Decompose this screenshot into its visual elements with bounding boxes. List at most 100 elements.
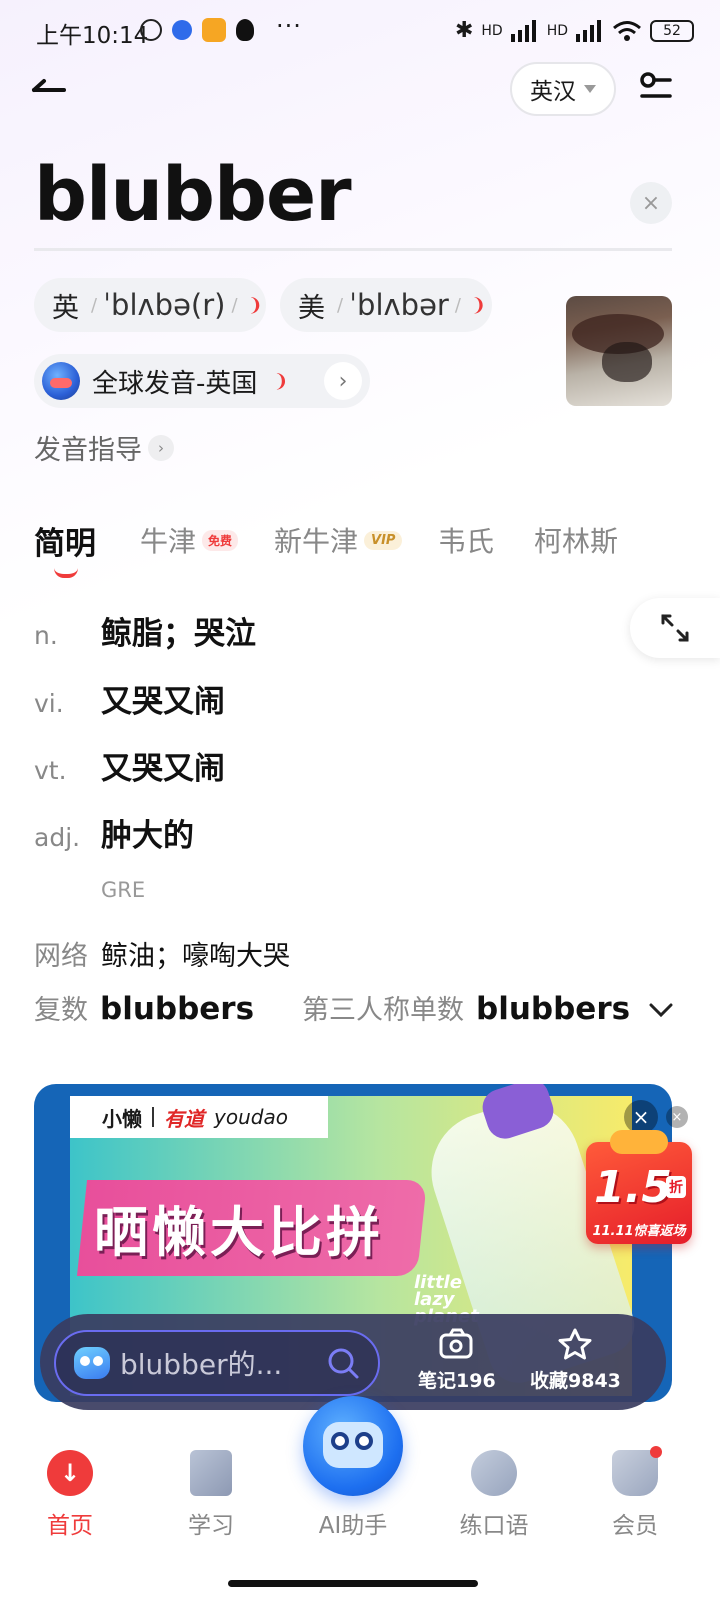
global-pronunciation-button[interactable]: 全球发音-英国 ❩ › — [34, 354, 370, 408]
active-tab-indicator — [54, 568, 78, 578]
us-pronunciation-button[interactable]: 美 / ˈblʌbər / ❩ — [280, 278, 492, 332]
nav-vip[interactable]: 会员 — [575, 1446, 695, 1540]
speech-bubble-icon — [471, 1450, 517, 1496]
tab-concise[interactable]: 简明 — [34, 518, 96, 578]
notes-app-icon — [202, 18, 226, 42]
us-region-label: 美 — [298, 292, 325, 324]
clear-button[interactable]: × — [630, 182, 672, 224]
ad-brand-youdao: youdao — [214, 1105, 288, 1129]
language-toggle-label: 英汉 — [530, 79, 576, 105]
language-toggle-button[interactable]: 英汉 — [510, 62, 616, 116]
ai-eye-left — [331, 1432, 349, 1450]
global-mascot-icon — [42, 362, 80, 400]
search-icon — [328, 1348, 359, 1379]
speaker-icon: ❩ — [470, 294, 487, 316]
ipa-slash: / — [454, 294, 461, 316]
tab-label: 韦氏 — [438, 525, 495, 558]
promo-text: 11.11惊喜返场 — [592, 1224, 686, 1239]
favorites-button[interactable]: 收藏9843 — [530, 1328, 621, 1393]
gift-bow-icon — [610, 1130, 668, 1154]
sliders-icon — [640, 72, 672, 98]
speaker-icon: ❩ — [247, 294, 263, 316]
word-illustration-image[interactable] — [566, 296, 672, 406]
network-definition: 网络 鲸油；嚎啕大哭 — [34, 934, 290, 973]
definition-row: vt. 又哭又闹 — [34, 743, 225, 788]
status-system-icons: ✱ HD HD 52 — [455, 18, 694, 43]
ai-bot-icon — [74, 1347, 110, 1379]
definition-meaning: 肿大的 — [101, 818, 194, 854]
headword: blubber — [34, 152, 352, 238]
status-notification-icons — [140, 18, 254, 42]
promo-unit: 折 — [666, 1176, 686, 1198]
ai-eye-right — [355, 1432, 373, 1450]
us-ipa: ˈblʌbər — [349, 288, 449, 322]
exam-tag: GRE — [101, 878, 146, 902]
part-of-speech: adj. — [34, 823, 81, 852]
status-bar: 上午10:14 ··· ✱ HD HD 52 — [0, 0, 720, 64]
filter-settings-button[interactable] — [638, 70, 674, 106]
ai-search-input[interactable]: blubber的... — [54, 1330, 380, 1396]
plural-label: 复数 — [34, 995, 88, 1026]
ad-close-button[interactable]: × — [624, 1100, 658, 1134]
nav-label: 首页 — [47, 1513, 93, 1539]
chevron-right-icon: › — [148, 434, 174, 461]
uk-pronunciation-button[interactable]: 英 / ˈblʌbə(r) / ❩ — [34, 278, 266, 332]
home-indicator[interactable] — [228, 1580, 478, 1587]
nav-home[interactable]: ↓ 首页 — [10, 1450, 130, 1540]
wifi-icon — [613, 20, 641, 41]
ipa-slash: / — [337, 294, 344, 316]
tab-new-oxford[interactable]: 新牛津 VIP — [274, 520, 403, 560]
expand-forms-button[interactable] — [648, 995, 674, 1026]
ai-assistant-button[interactable] — [303, 1396, 403, 1496]
tab-oxford[interactable]: 牛津 免费 — [140, 520, 239, 560]
ipa-slash: / — [231, 294, 238, 316]
definition-meaning: 又哭又闹 — [101, 751, 225, 787]
ai-assistant-icon — [323, 1422, 383, 1468]
signal-icon-2 — [576, 19, 601, 42]
free-badge: 免费 — [202, 529, 239, 551]
hd-label-2: HD — [546, 22, 568, 39]
alarm-icon — [140, 19, 162, 41]
favorites-label: 收藏9843 — [530, 1370, 621, 1392]
definition-row: adj. 肿大的 — [34, 810, 194, 855]
qq-icon — [236, 19, 254, 41]
hd-label: HD — [481, 22, 503, 39]
nav-speak[interactable]: 练口语 — [434, 1450, 554, 1540]
promo-badge[interactable]: 1.5 折 11.11惊喜返场 — [586, 1130, 692, 1244]
definition-row: vi. 又哭又闹 — [34, 676, 225, 721]
network-label: 网络 — [34, 941, 88, 972]
uk-region-label: 英 — [52, 292, 79, 324]
chevron-down-icon — [649, 1003, 673, 1018]
nav-label-ai[interactable]: AI助手 — [303, 1506, 403, 1540]
vip-badge: VIP — [364, 530, 403, 550]
third-person-value[interactable]: blubbers — [476, 991, 630, 1027]
part-of-speech: vt. — [34, 756, 67, 785]
chevron-right-icon: › — [324, 362, 362, 400]
status-more-dots: ··· — [276, 12, 302, 40]
tab-label: 简明 — [34, 526, 96, 562]
notification-dot — [650, 1446, 662, 1458]
ad-brand-bar: 小懒 有道 youdao — [70, 1096, 328, 1138]
pronunciation-guide-link[interactable]: 发音指导 › — [34, 428, 174, 467]
promo-close-button[interactable]: × — [666, 1106, 688, 1128]
speaker-icon: ❩ — [273, 370, 289, 392]
expand-button[interactable] — [630, 598, 720, 658]
tab-collins[interactable]: 柯林斯 — [534, 520, 618, 560]
headword-divider — [34, 248, 672, 251]
battery-indicator: 52 — [650, 19, 694, 42]
home-download-icon: ↓ — [47, 1450, 93, 1496]
signal-icon — [510, 19, 536, 42]
part-of-speech: vi. — [34, 689, 64, 718]
uk-ipa: ˈblʌbə(r) — [103, 288, 226, 322]
plural-value[interactable]: blubbers — [100, 991, 254, 1027]
ad-brand-right: 有道 — [164, 1106, 204, 1131]
nav-study[interactable]: 学习 — [151, 1450, 271, 1540]
back-button[interactable] — [28, 70, 72, 106]
network-meaning: 鲸油；嚎啕大哭 — [101, 941, 290, 972]
bluetooth-icon: ✱ — [454, 18, 474, 43]
back-arrow-icon — [32, 79, 66, 92]
tab-webster[interactable]: 韦氏 — [438, 520, 494, 560]
promo-number: 1.5 — [594, 1162, 672, 1213]
notes-button[interactable]: 笔记196 — [418, 1328, 496, 1393]
third-person-label: 第三人称单数 — [302, 995, 465, 1026]
